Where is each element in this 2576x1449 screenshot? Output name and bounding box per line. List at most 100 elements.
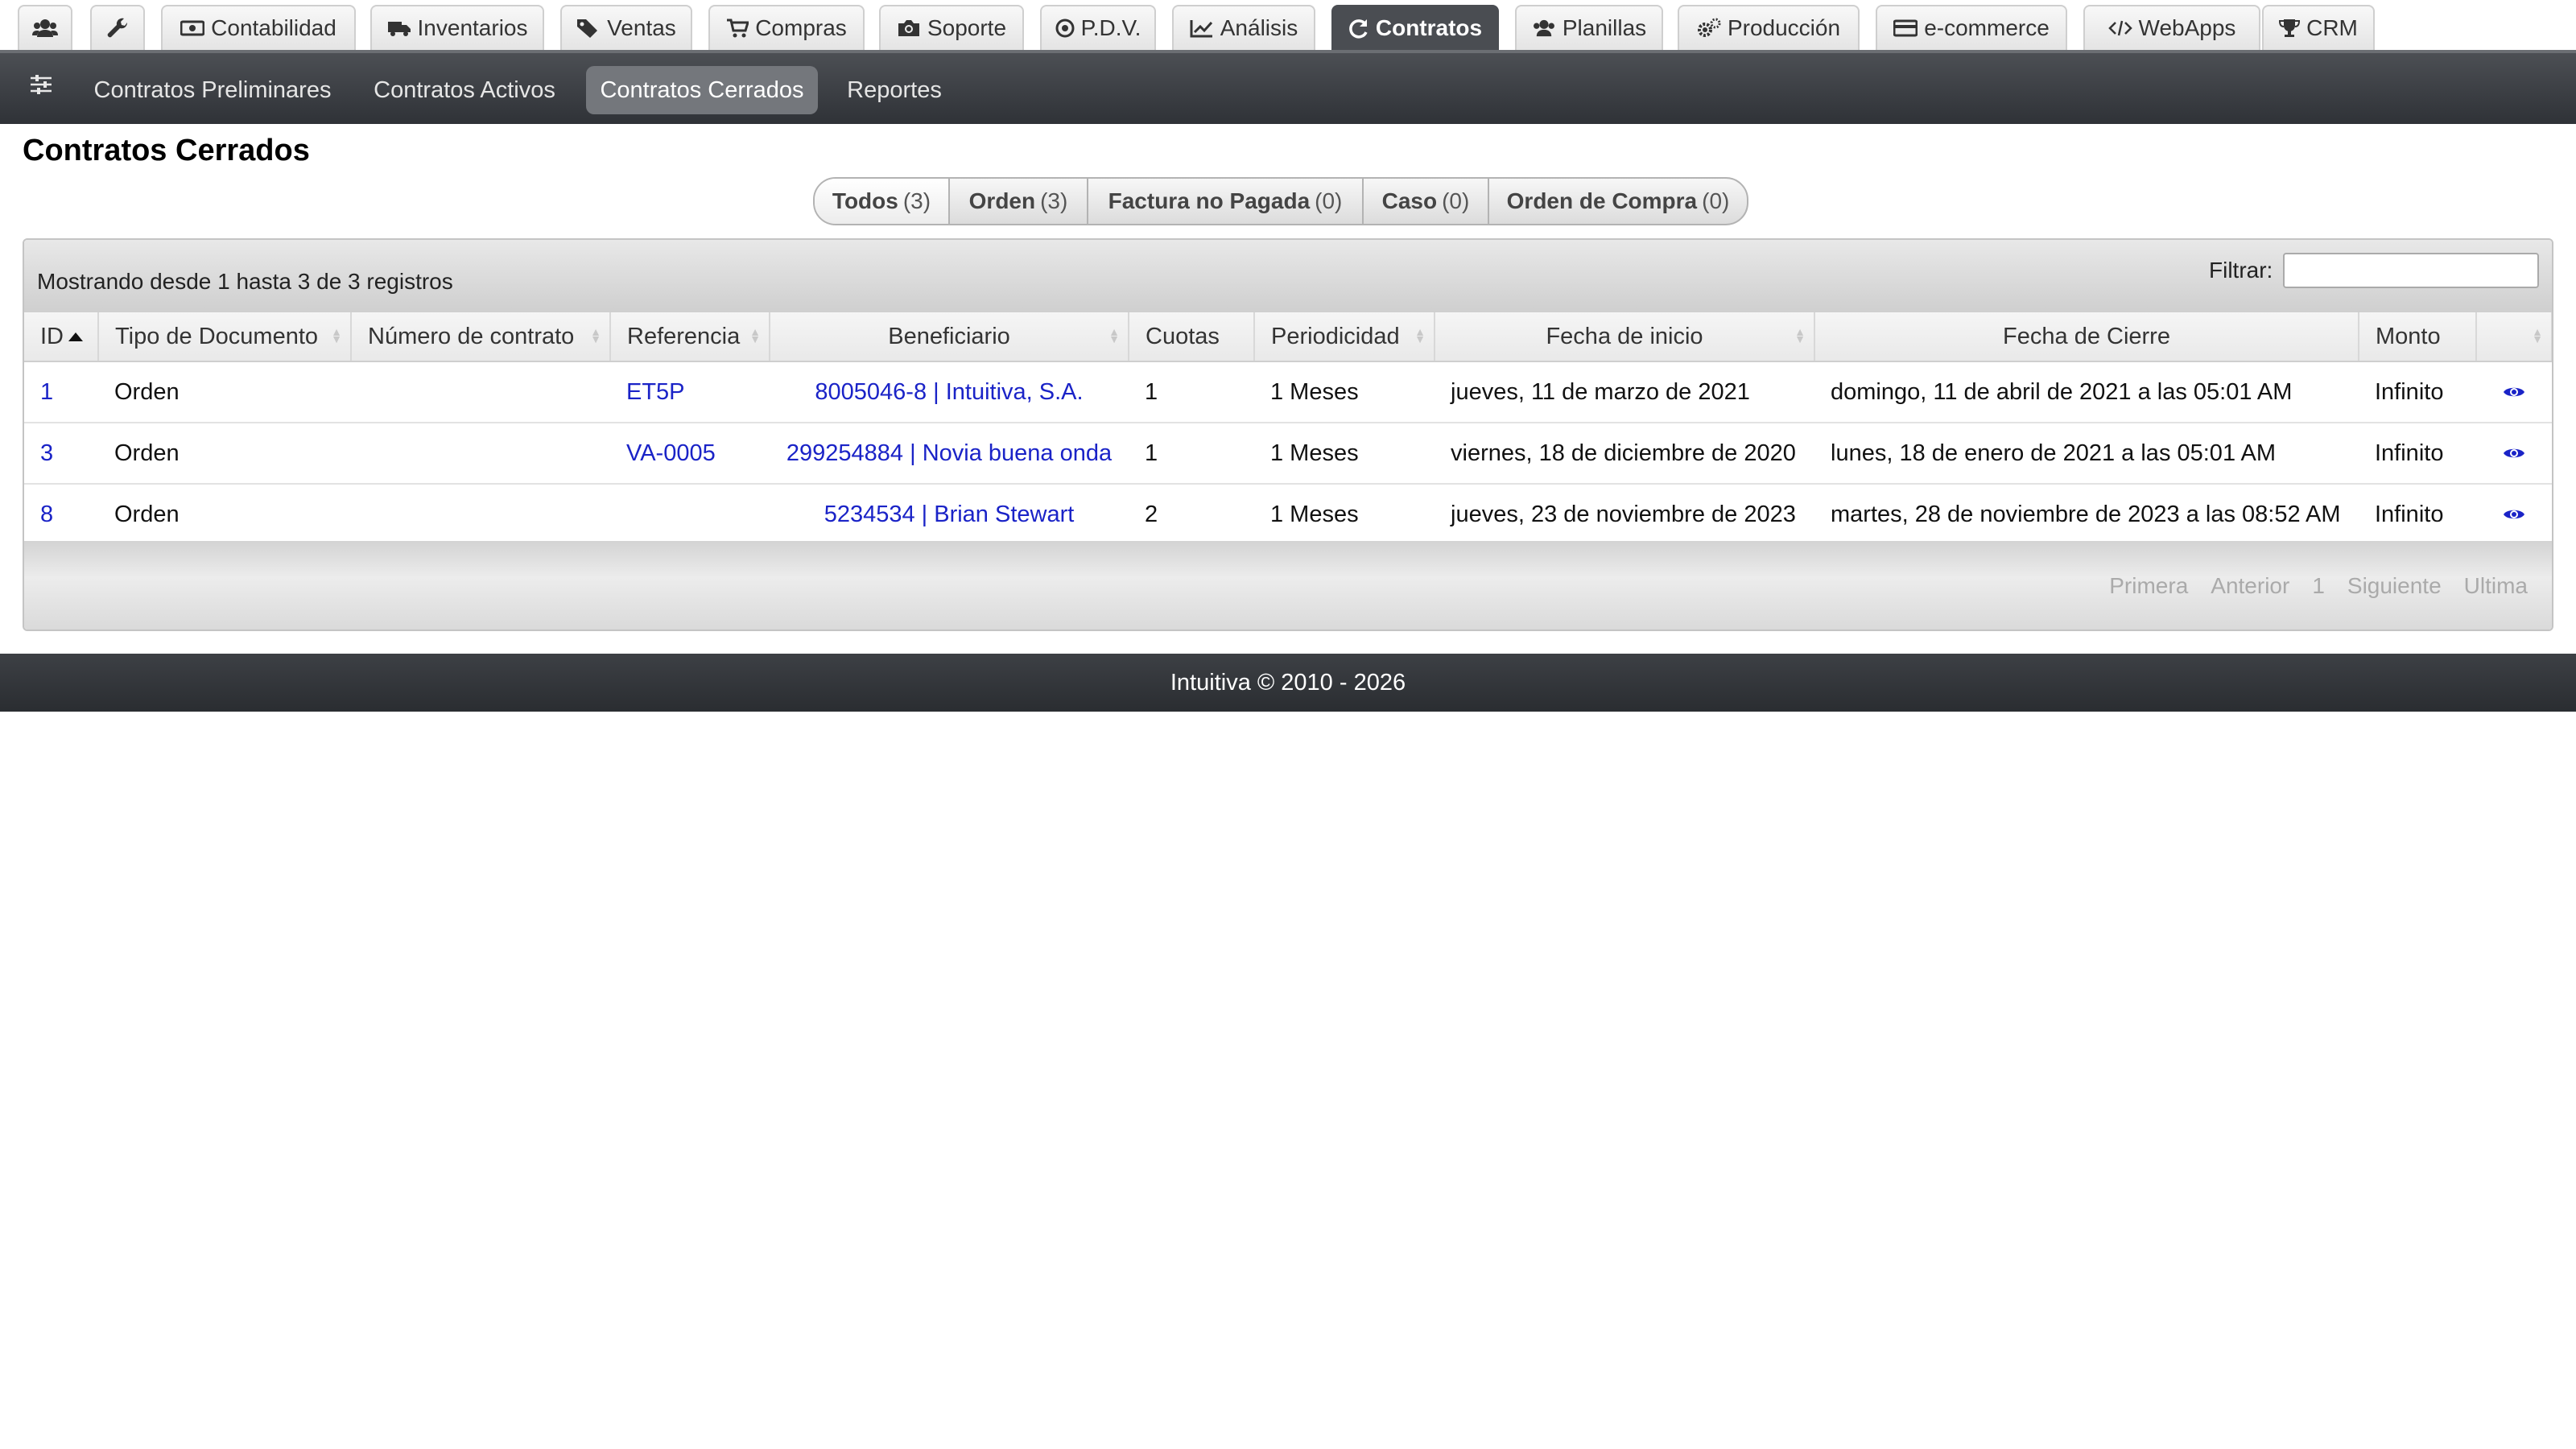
table-header-row: ID Tipo de Documento ▲ ▼ Número de contrat… xyxy=(24,312,2552,362)
filter-count: (3) xyxy=(902,188,931,213)
tab-label: WebApps xyxy=(2138,15,2236,40)
filter-factura-no-pagada[interactable]: Factura no Pagada (0) xyxy=(1087,179,1362,224)
reference-link[interactable]: ET5P xyxy=(626,379,685,405)
column-title: Cuotas xyxy=(1146,323,1220,349)
column-header-beneficiario[interactable]: Beneficiario ▲ ▼ xyxy=(770,312,1129,362)
filter-caso[interactable]: Caso (0) xyxy=(1362,179,1488,224)
refresh-icon xyxy=(1348,18,1369,39)
cell-cuotas: 2 xyxy=(1129,484,1254,547)
tab-contabilidad[interactable]: Contabilidad xyxy=(161,5,356,50)
search-input[interactable] xyxy=(2283,253,2539,288)
sort-icon: ▲ ▼ xyxy=(749,325,761,345)
tab-ecommerce[interactable]: e-commerce xyxy=(1876,5,2067,50)
filter-orden[interactable]: Orden (3) xyxy=(948,179,1087,224)
tab-planillas[interactable]: Planillas xyxy=(1515,5,1663,50)
tab-label: Contabilidad xyxy=(211,15,336,40)
sort-icon: ▲ ▼ xyxy=(590,325,601,345)
contract-id-link[interactable]: 3 xyxy=(40,440,53,466)
filter-label: Caso xyxy=(1381,188,1438,213)
subnav-reportes[interactable]: Reportes xyxy=(834,66,955,114)
filter-todos[interactable]: Todos (3) xyxy=(815,179,948,224)
tab-compras[interactable]: Compras xyxy=(708,5,865,50)
table-footer: Primera Anterior 1 Siguiente Ultima xyxy=(24,541,2552,630)
column-header-monto[interactable]: Monto xyxy=(2359,312,2477,362)
pager-last-button[interactable]: Ultima xyxy=(2453,573,2539,599)
sliders-icon[interactable] xyxy=(29,74,53,99)
eye-icon[interactable] xyxy=(2492,446,2536,460)
filter-orden-de-compra[interactable]: Orden de Compra (0) xyxy=(1488,179,1747,224)
cell-periodicidad: 1 Meses xyxy=(1254,423,1435,485)
tab-webapps[interactable]: WebApps xyxy=(2083,5,2260,50)
column-header-periodicidad[interactable]: Periodicidad ▲ ▼ xyxy=(1254,312,1435,362)
eye-icon[interactable] xyxy=(2492,507,2536,522)
cell-tipo: Orden xyxy=(98,423,351,485)
tab-inventarios[interactable]: Inventarios xyxy=(370,5,544,50)
pager-next-button[interactable]: Siguiente xyxy=(2336,573,2453,599)
column-header-cuotas[interactable]: Cuotas xyxy=(1129,312,1255,362)
tags-icon xyxy=(576,18,601,39)
gears-icon xyxy=(1697,18,1721,39)
sort-icon: ▲ ▼ xyxy=(1414,325,1426,345)
camera-icon xyxy=(897,19,921,38)
beneficiary-link[interactable]: 8005046-8 | Intuitiva, S.A. xyxy=(815,379,1083,405)
beneficiary-link[interactable]: 299254884 | Novia buena onda xyxy=(786,440,1112,466)
tab-label: Soporte xyxy=(927,15,1007,40)
tab-label: e-commerce xyxy=(1924,15,2050,40)
chart-line-icon xyxy=(1190,19,1214,38)
tab-produccion[interactable]: Producción xyxy=(1678,5,1860,50)
contract-id-link[interactable]: 1 xyxy=(40,379,53,405)
tab-label: Planillas xyxy=(1562,15,1647,40)
column-header-tipo[interactable]: Tipo de Documento ▲ ▼ xyxy=(98,312,352,362)
column-title: Fecha de inicio xyxy=(1546,323,1703,349)
filter-label: Factura no Pagada xyxy=(1108,188,1311,213)
pager-first-button[interactable]: Primera xyxy=(2098,573,2199,599)
tab-soporte[interactable]: Soporte xyxy=(879,5,1024,50)
page-title: Contratos Cerrados xyxy=(23,134,310,167)
filter-count: (0) xyxy=(1442,188,1470,213)
column-header-fecha-cierre[interactable]: Fecha de Cierre xyxy=(1814,312,2359,362)
column-header-fecha-inicio[interactable]: Fecha de inicio ▲ ▼ xyxy=(1435,312,1815,362)
credit-card-icon xyxy=(1893,19,1918,37)
tab-users[interactable] xyxy=(18,5,72,50)
tab-analisis[interactable]: Análisis xyxy=(1172,5,1315,50)
cell-fecha-cierre: domingo, 11 de abril de 2021 a las 05:01… xyxy=(1814,361,2359,423)
cell-periodicidad: 1 Meses xyxy=(1254,361,1435,423)
contract-id-link[interactable]: 8 xyxy=(40,502,53,527)
cell-tipo: Orden xyxy=(98,361,351,423)
tab-tools[interactable] xyxy=(90,5,145,50)
tab-crm[interactable]: CRM xyxy=(2262,5,2375,50)
cart-icon xyxy=(726,18,749,39)
sort-icon: ▲ ▼ xyxy=(1108,325,1120,345)
tab-contratos[interactable]: Contratos xyxy=(1331,5,1499,50)
pager-prev-button[interactable]: Anterior xyxy=(2199,573,2301,599)
sort-icon: ▲ ▼ xyxy=(1794,325,1806,345)
column-header-referencia[interactable]: Referencia ▲ ▼ xyxy=(610,312,770,362)
column-title: Beneficiario xyxy=(888,323,1010,349)
subnav-contratos-preliminares[interactable]: Contratos Preliminares xyxy=(84,66,341,114)
cell-numero xyxy=(351,423,610,485)
subnav-contratos-cerrados[interactable]: Contratos Cerrados xyxy=(586,66,818,114)
tab-label: Compras xyxy=(755,15,847,40)
cell-numero xyxy=(351,361,610,423)
cell-tipo: Orden xyxy=(98,484,351,547)
cell-numero xyxy=(351,484,610,547)
table-row: 1 Orden ET5P 8005046-8 | Intuitiva, S.A.… xyxy=(24,361,2552,423)
cell-fecha-inicio: viernes, 18 de diciembre de 2020 xyxy=(1435,423,1814,485)
column-header-numero[interactable]: Número de contrato ▲ ▼ xyxy=(351,312,611,362)
eye-icon[interactable] xyxy=(2492,385,2536,399)
tab-ventas[interactable]: Ventas xyxy=(560,5,692,50)
pager-page-button[interactable]: 1 xyxy=(2301,573,2336,599)
module-tabs-bar: Contabilidad Inventarios Ventas Compras … xyxy=(0,0,2576,50)
column-header-id[interactable]: ID xyxy=(24,312,99,362)
reference-link[interactable]: VA-0005 xyxy=(626,440,716,466)
column-header-actions[interactable]: ▲ ▼ xyxy=(2476,312,2552,362)
tab-pdv[interactable]: P.D.V. xyxy=(1040,5,1156,50)
sort-icon: ▲ ▼ xyxy=(331,325,342,345)
truck-icon xyxy=(387,19,411,38)
beneficiary-link[interactable]: 5234534 | Brian Stewart xyxy=(824,502,1075,527)
cell-periodicidad: 1 Meses xyxy=(1254,484,1435,547)
filter-label: Orden xyxy=(968,188,1036,213)
subnav-contratos-activos[interactable]: Contratos Activos xyxy=(359,66,570,114)
wrench-icon xyxy=(106,17,129,39)
column-title: Fecha de Cierre xyxy=(2003,323,2170,349)
